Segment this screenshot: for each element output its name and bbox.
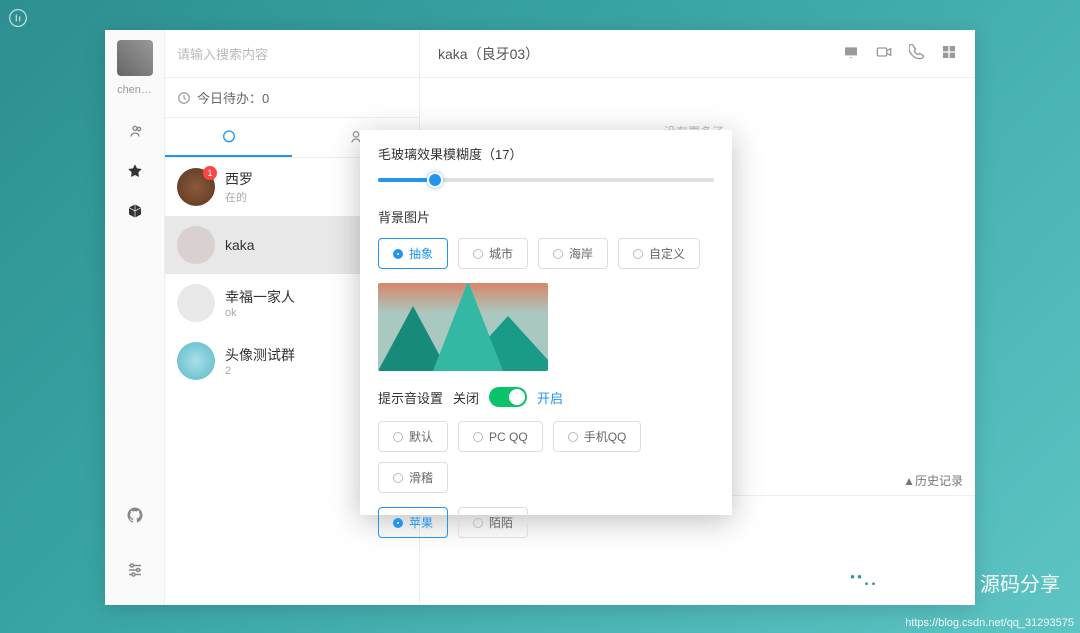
contact-name: 幸福一家人: [225, 287, 372, 307]
source-url: https://blog.csdn.net/qq_31293575: [905, 617, 1074, 629]
settings-sliders-icon[interactable]: [105, 550, 165, 590]
bg-option-coast[interactable]: 海岸: [538, 238, 608, 269]
voice-call-icon[interactable]: [909, 44, 925, 63]
search-input[interactable]: 请输入搜索内容: [165, 30, 419, 78]
apps-grid-icon[interactable]: [941, 44, 957, 63]
sound-option-pcqq[interactable]: PC QQ: [458, 421, 543, 452]
bg-section-title: 背景图片: [378, 207, 714, 226]
history-toggle[interactable]: ▲历史记录: [903, 472, 963, 489]
todo-label: 今日待办：0: [197, 88, 269, 107]
sound-option-apple[interactable]: 苹果: [378, 507, 448, 538]
search-placeholder: 请输入搜索内容: [177, 44, 268, 63]
contact-subtitle: ok: [225, 307, 372, 319]
todo-bar[interactable]: 今日待办：0: [165, 78, 419, 118]
sound-option-momo[interactable]: 陌陌: [458, 507, 528, 538]
bg-options: 抽象 城市 海岸 自定义: [378, 238, 714, 269]
sound-options: 默认 PC QQ 手机QQ 滑稽: [378, 421, 714, 493]
contact-avatar: [177, 226, 215, 264]
settings-modal: 毛玻璃效果模糊度（17） 背景图片 抽象 城市 海岸 自定义 提示音设置 关闭 …: [360, 130, 732, 515]
sound-section: 提示音设置 关闭 开启: [378, 387, 714, 407]
watermark: 程序代做 源码分享: [842, 561, 1060, 603]
contact-avatar: 1: [177, 168, 215, 206]
bg-preview-image: [378, 283, 548, 371]
unread-badge: 1: [203, 166, 217, 180]
chat-title: kaka（良牙03）: [438, 44, 539, 64]
sound-off-label: 关闭: [453, 388, 479, 407]
sound-on-label: 开启: [537, 388, 563, 407]
screen-share-icon[interactable]: [843, 44, 859, 63]
sound-title: 提示音设置: [378, 388, 443, 407]
current-user-avatar[interactable]: [117, 40, 153, 76]
tab-messages[interactable]: [165, 118, 292, 157]
watermark-text: 程序代做 源码分享: [894, 568, 1060, 597]
star-nav-icon[interactable]: [105, 151, 164, 191]
contact-avatar: [177, 342, 215, 380]
bg-option-city[interactable]: 城市: [458, 238, 528, 269]
current-user-name: chen…: [117, 84, 152, 96]
bg-option-abstract[interactable]: 抽象: [378, 238, 448, 269]
sound-options-row2: 苹果 陌陌: [378, 507, 714, 538]
github-icon[interactable]: [105, 495, 165, 535]
video-call-icon[interactable]: [875, 44, 893, 63]
contacts-nav-icon[interactable]: [105, 111, 164, 151]
sound-toggle[interactable]: [489, 387, 527, 407]
contact-avatar: [177, 284, 215, 322]
cube-nav-icon[interactable]: [105, 191, 164, 231]
sound-option-default[interactable]: 默认: [378, 421, 448, 452]
sound-option-mobileqq[interactable]: 手机QQ: [553, 421, 642, 452]
hand-pointer-icon: [8, 8, 28, 31]
blur-slider[interactable]: [378, 171, 714, 189]
sound-option-funny[interactable]: 滑稽: [378, 462, 448, 493]
bg-option-custom[interactable]: 自定义: [618, 238, 700, 269]
contact-subtitle: 2: [225, 365, 372, 377]
contact-name: 头像测试群: [225, 345, 372, 365]
left-nav: chen…: [105, 30, 165, 605]
blur-label: 毛玻璃效果模糊度（17）: [378, 144, 714, 163]
chat-header: kaka（良牙03）: [420, 30, 975, 78]
wechat-icon: [842, 561, 884, 603]
